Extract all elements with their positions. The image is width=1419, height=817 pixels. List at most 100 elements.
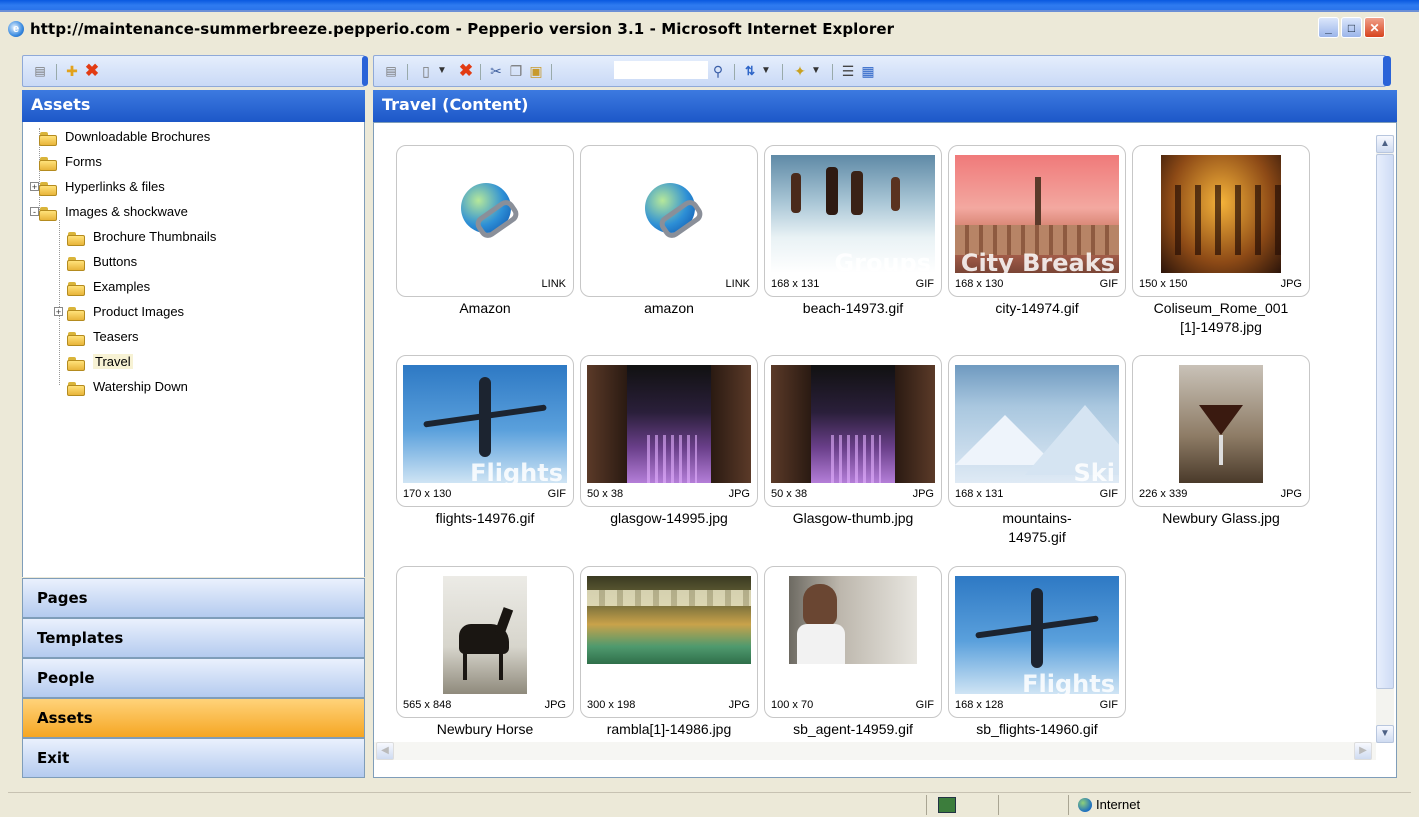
asset-tile[interactable]: LINK bbox=[580, 145, 758, 297]
asset-caption[interactable]: Amazon bbox=[396, 299, 574, 318]
tree-item-examples[interactable]: Examples bbox=[67, 277, 150, 297]
toolbar-edge bbox=[1383, 56, 1391, 86]
asset-type: GIF bbox=[1099, 278, 1118, 290]
minimize-button[interactable]: _ bbox=[1318, 17, 1339, 38]
chevron-down-icon[interactable]: ▼ bbox=[808, 63, 824, 79]
asset-dimensions: 226 x 339 bbox=[1139, 488, 1188, 500]
asset-caption[interactable]: rambla[1]-14986.jpg bbox=[580, 720, 758, 739]
toolbar-separator bbox=[56, 64, 57, 80]
vertical-scrollbar[interactable]: ▲ ▼ bbox=[1376, 135, 1394, 743]
sort-icon[interactable]: ⇅ bbox=[742, 63, 758, 79]
tree-item-images-shockwave[interactable]: Images & shockwave bbox=[39, 202, 188, 222]
asset-type: LINK bbox=[541, 278, 566, 290]
asset-caption[interactable]: sb_flights-14960.gif bbox=[948, 720, 1126, 739]
tree-item-brochure-thumbnails[interactable]: Brochure Thumbnails bbox=[67, 227, 216, 247]
status-cell bbox=[998, 795, 1029, 815]
asset-dimensions: 100 x 70 bbox=[771, 699, 814, 711]
asset-caption[interactable]: mountains- 14975.gif bbox=[948, 509, 1126, 547]
asset-caption[interactable]: city-14974.gif bbox=[948, 299, 1126, 318]
cut-icon[interactable]: ✂ bbox=[488, 63, 504, 79]
tree-item-buttons[interactable]: Buttons bbox=[67, 252, 137, 272]
asset-tile[interactable]: 50 x 38 JPG bbox=[580, 355, 758, 507]
magic-wand-icon[interactable]: ✦ bbox=[792, 63, 808, 79]
folder-icon bbox=[67, 381, 87, 396]
folder-icon bbox=[39, 206, 59, 221]
nav-pages-button[interactable]: Pages bbox=[22, 578, 365, 618]
asset-type: GIF bbox=[1099, 699, 1118, 711]
delete-icon[interactable]: ✖ bbox=[84, 62, 100, 79]
expand-icon[interactable]: + bbox=[54, 307, 63, 317]
scroll-right-icon[interactable]: ▶ bbox=[1354, 742, 1372, 760]
internet-globe-icon bbox=[1078, 798, 1092, 812]
delete-icon[interactable]: ✖ bbox=[458, 62, 474, 79]
thumbnail-view-icon[interactable]: ▦ bbox=[860, 63, 876, 79]
nav-people-button[interactable]: People bbox=[22, 658, 365, 698]
properties-icon[interactable]: ▤ bbox=[383, 63, 399, 79]
tree-item-forms[interactable]: Forms bbox=[39, 152, 102, 172]
copy-icon[interactable]: ❐ bbox=[508, 63, 524, 79]
asset-tile[interactable]: Ski 168 x 131 GIF bbox=[948, 355, 1126, 507]
close-button[interactable]: ✕ bbox=[1364, 17, 1385, 38]
chevron-down-icon[interactable]: ▼ bbox=[434, 63, 450, 79]
paste-icon[interactable]: ▣ bbox=[528, 63, 544, 79]
asset-browser: LINK Amazon LINK amazon Groups 168 x 131 GIF be… bbox=[373, 122, 1397, 778]
search-input[interactable] bbox=[614, 61, 708, 79]
asset-tile[interactable]: Flights 170 x 130 GIF bbox=[396, 355, 574, 507]
scroll-down-icon[interactable]: ▼ bbox=[1376, 725, 1394, 743]
scroll-left-icon[interactable]: ◀ bbox=[376, 742, 394, 760]
nav-exit-button[interactable]: Exit bbox=[22, 738, 365, 778]
asset-dimensions: 300 x 198 bbox=[587, 699, 636, 711]
asset-tile[interactable]: City Breaks 168 x 130 GIF bbox=[948, 145, 1126, 297]
asset-caption[interactable]: Newbury Glass.jpg bbox=[1132, 509, 1310, 528]
search-icon[interactable]: ⚲ bbox=[710, 63, 726, 79]
new-page-icon[interactable]: ▯ bbox=[418, 63, 434, 79]
tree-item-product-images[interactable]: Product Images bbox=[67, 302, 184, 322]
asset-caption[interactable]: sb_agent-14959.gif bbox=[764, 720, 942, 739]
image-thumbnail bbox=[1139, 155, 1303, 273]
expand-icon[interactable]: + bbox=[30, 182, 39, 192]
asset-tile[interactable]: 565 x 848 JPG bbox=[396, 566, 574, 718]
chevron-down-icon[interactable]: ▼ bbox=[758, 63, 774, 79]
asset-caption[interactable]: flights-14976.gif bbox=[396, 509, 574, 528]
asset-tile[interactable]: Groups 168 x 131 GIF bbox=[764, 145, 942, 297]
link-thumbnail bbox=[403, 155, 567, 273]
tree-item-downloadable-brochures[interactable]: Downloadable Brochures bbox=[39, 127, 210, 147]
asset-tile[interactable]: 100 x 70 GIF bbox=[764, 566, 942, 718]
asset-caption[interactable]: amazon bbox=[580, 299, 758, 318]
asset-dimensions: 565 x 848 bbox=[403, 699, 452, 711]
asset-caption[interactable]: beach-14973.gif bbox=[764, 299, 942, 318]
asset-caption[interactable]: Coliseum_Rome_001 [1]-14978.jpg bbox=[1132, 299, 1310, 337]
asset-tile[interactable]: 50 x 38 JPG bbox=[764, 355, 942, 507]
toolbar-separator bbox=[782, 64, 783, 80]
asset-tile[interactable]: 150 x 150 JPG bbox=[1132, 145, 1310, 297]
details-view-icon[interactable]: ☰ bbox=[840, 63, 856, 79]
collapse-icon[interactable]: - bbox=[30, 207, 39, 217]
tree-item-teasers[interactable]: Teasers bbox=[67, 327, 139, 347]
tree-item-watership-down[interactable]: Watership Down bbox=[67, 377, 188, 397]
maximize-button[interactable]: □ bbox=[1341, 17, 1362, 38]
asset-tile[interactable]: 226 x 339 JPG bbox=[1132, 355, 1310, 507]
asset-caption[interactable]: Glasgow-thumb.jpg bbox=[764, 509, 942, 528]
horizontal-scrollbar[interactable]: ◀ ▶ bbox=[374, 742, 1376, 760]
asset-tile[interactable]: 300 x 198 JPG bbox=[580, 566, 758, 718]
new-folder-icon[interactable]: ✚ bbox=[64, 63, 80, 79]
asset-tile[interactable]: Flights 168 x 128 GIF bbox=[948, 566, 1126, 718]
toolbar-separator bbox=[734, 64, 735, 80]
scroll-up-icon[interactable]: ▲ bbox=[1376, 135, 1394, 153]
asset-dimensions: 168 x 130 bbox=[955, 278, 1004, 290]
asset-dimensions: 50 x 38 bbox=[771, 488, 808, 500]
asset-type: GIF bbox=[547, 488, 566, 500]
asset-type: JPG bbox=[912, 488, 934, 500]
nav-assets-button[interactable]: Assets bbox=[22, 698, 365, 738]
asset-tile[interactable]: LINK bbox=[396, 145, 574, 297]
nav-templates-button[interactable]: Templates bbox=[22, 618, 365, 658]
asset-caption[interactable]: Newbury Horse bbox=[396, 720, 574, 739]
asset-caption[interactable]: glasgow-14995.jpg bbox=[580, 509, 758, 528]
properties-icon[interactable]: ▤ bbox=[32, 63, 48, 79]
tree-item-travel[interactable]: Travel bbox=[67, 352, 133, 372]
image-thumbnail bbox=[587, 576, 751, 694]
tree-item-hyperlinks-files[interactable]: Hyperlinks & files bbox=[39, 177, 165, 197]
scrollbar-thumb[interactable] bbox=[1376, 154, 1394, 689]
folder-icon bbox=[39, 181, 59, 196]
asset-type: GIF bbox=[915, 699, 934, 711]
